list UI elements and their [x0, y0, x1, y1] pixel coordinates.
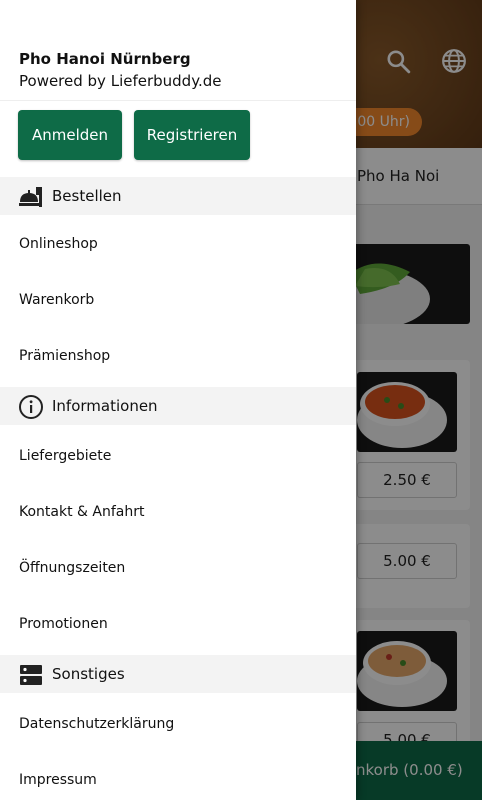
menu-item-rewards-shop[interactable]: Prämienshop [0, 334, 356, 378]
menu-item-contact[interactable]: Kontakt & Anfahrt [0, 490, 356, 534]
menu-item-privacy-policy[interactable]: Datenschutzerklärung [0, 702, 356, 746]
section-header-other: Sonstiges [0, 655, 356, 693]
menu-item-label: Prämienshop [19, 348, 111, 364]
menu-item-onlineshop[interactable]: Onlineshop [0, 222, 356, 266]
restaurant-title: Pho Hanoi Nürnberg [19, 50, 191, 68]
info-icon [19, 395, 43, 419]
menu-item-label: Kontakt & Anfahrt [19, 504, 145, 520]
section-label: Bestellen [52, 187, 122, 205]
menu-item-label: Liefergebiete [19, 448, 112, 464]
navigation-drawer: Pho Hanoi Nürnberg Powered by Lieferbudd… [0, 0, 356, 800]
menu-item-opening-hours[interactable]: Öffnungszeiten [0, 546, 356, 590]
menu-item-promotions[interactable]: Promotionen [0, 602, 356, 646]
login-button[interactable]: Anmelden [18, 110, 122, 160]
menu-item-cart[interactable]: Warenkorb [0, 278, 356, 322]
section-header-information: Informationen [0, 387, 356, 425]
menu-item-label: Promotionen [19, 616, 108, 632]
menu-item-imprint[interactable]: Impressum [0, 758, 356, 800]
divider [0, 100, 356, 101]
server-icon [20, 665, 42, 685]
section-label: Informationen [52, 397, 158, 415]
food-tray-icon [19, 187, 42, 207]
register-button[interactable]: Registrieren [134, 110, 250, 160]
menu-item-label: Öffnungszeiten [19, 560, 126, 576]
menu-item-label: Datenschutzerklärung [19, 716, 175, 732]
powered-by-text: Powered by Lieferbuddy.de [19, 72, 222, 90]
menu-item-label: Warenkorb [19, 292, 95, 308]
menu-item-delivery-areas[interactable]: Liefergebiete [0, 434, 356, 478]
section-label: Sonstiges [52, 665, 125, 683]
section-header-order: Bestellen [0, 177, 356, 215]
menu-item-label: Onlineshop [19, 236, 98, 252]
menu-item-label: Impressum [19, 772, 97, 788]
